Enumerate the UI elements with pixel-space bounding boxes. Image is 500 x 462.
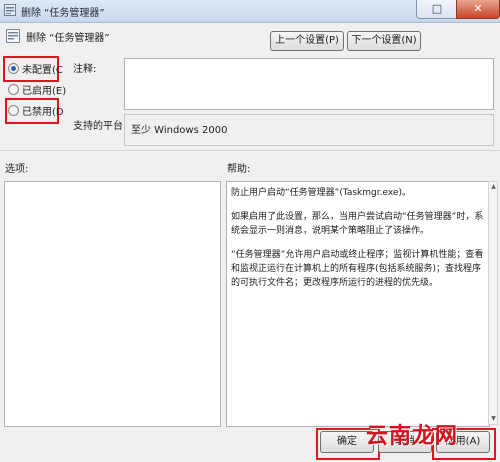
policy-setting-icon	[4, 4, 16, 16]
watermark-text: 云南龙网	[366, 424, 459, 449]
next-setting-button[interactable]: 下一个设置(N)	[347, 31, 421, 51]
radio-label: 未配置(C	[22, 65, 63, 76]
platform-field: 至少 Windows 2000	[124, 114, 494, 146]
scroll-up-icon[interactable]: ▲	[490, 183, 497, 191]
radio-label: 已禁用(D	[22, 107, 64, 118]
radio-button-checked[interactable]	[8, 63, 19, 74]
options-label: 选项:	[5, 164, 29, 175]
close-button[interactable]: ✕	[456, 0, 500, 19]
help-paragraph: “任务管理器”允许用户启动或终止程序；监视计算机性能；查看和监视正运行在计算机上…	[231, 250, 484, 288]
radio-label: 已启用(E)	[22, 86, 67, 97]
maximize-button[interactable]: □	[416, 0, 458, 19]
scroll-down-icon[interactable]: ▼	[490, 415, 497, 423]
comment-label: 注释:	[73, 64, 97, 75]
options-panel[interactable]	[4, 181, 221, 427]
policy-name: 删除 “任务管理器”	[26, 33, 110, 44]
help-paragraph: 防止用户启动“任务管理器”(Taskmgr.exe)。	[231, 188, 411, 198]
close-icon: ✕	[473, 2, 483, 15]
section-divider	[0, 150, 500, 151]
maximize-icon: □	[431, 2, 443, 15]
radio-button[interactable]	[8, 105, 19, 116]
help-label: 帮助:	[227, 164, 251, 175]
platform-label: 支持的平台:	[73, 121, 127, 132]
help-scrollbar[interactable]: ▲ ▼	[488, 181, 498, 425]
comment-textarea[interactable]	[124, 58, 494, 110]
help-paragraph: 如果启用了此设置，那么，当用户尝试启动“任务管理器”时，系统会显示一则消息，说明…	[231, 212, 484, 236]
previous-setting-button[interactable]: 上一个设置(P)	[270, 31, 344, 51]
platform-value: 至少 Windows 2000	[131, 125, 228, 136]
window-title: 删除 “任务管理器”	[21, 8, 105, 19]
title-bar: 删除 “任务管理器” □ ✕	[0, 0, 500, 23]
help-panel[interactable]: 防止用户启动“任务管理器”(Taskmgr.exe)。 如果启用了此设置，那么，…	[226, 181, 490, 427]
radio-button[interactable]	[8, 84, 19, 95]
policy-setting-icon	[6, 29, 20, 43]
